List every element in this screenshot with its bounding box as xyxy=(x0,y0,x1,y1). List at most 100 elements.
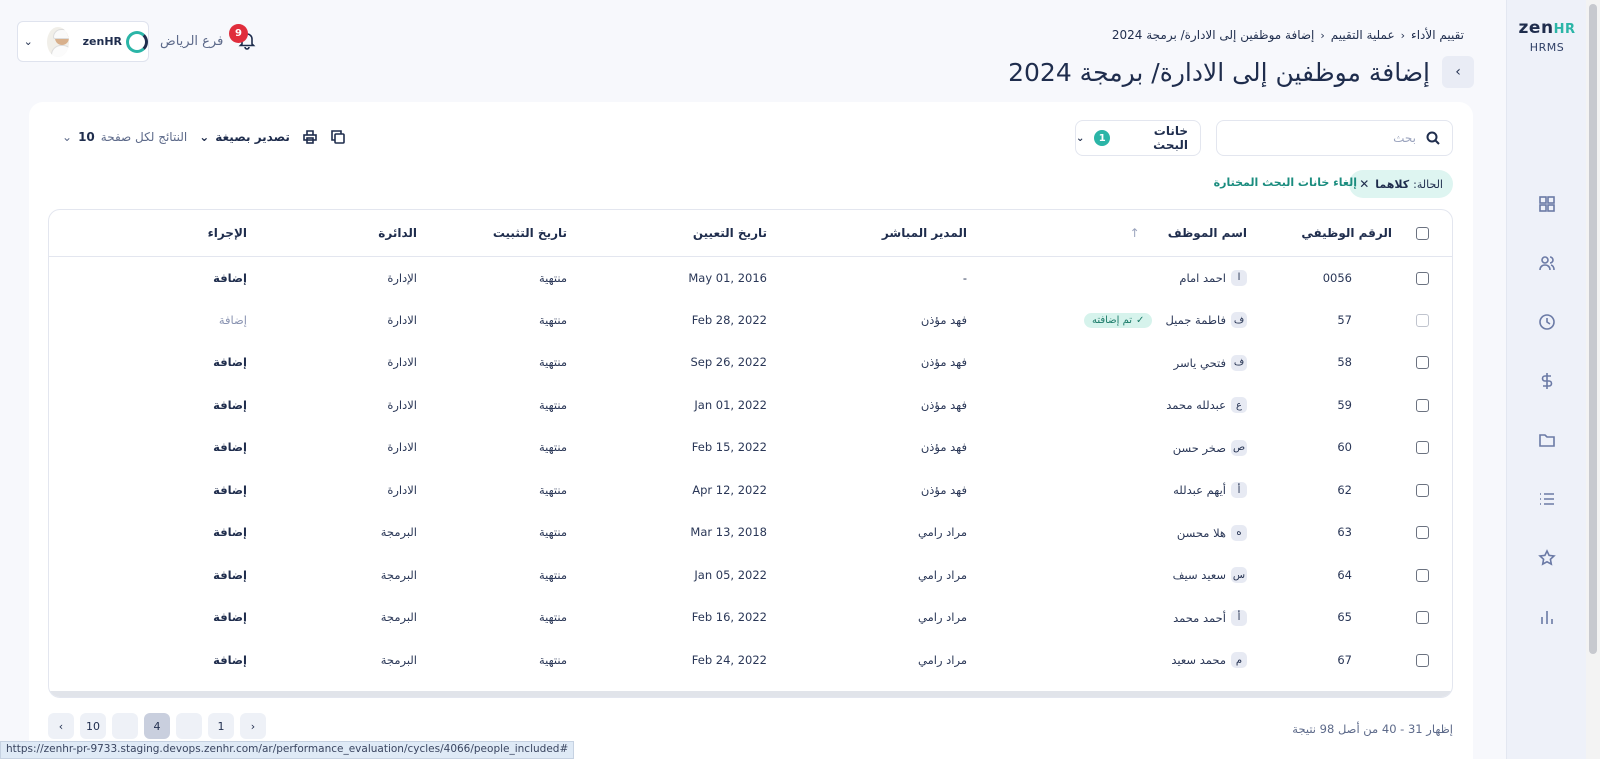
add-employee-button[interactable]: إضافة xyxy=(213,653,247,667)
status-filter-chip[interactable]: الحالة: كلاهما ✕ xyxy=(1349,170,1453,198)
row-checkbox[interactable] xyxy=(1415,313,1429,327)
clock-icon[interactable] xyxy=(1537,312,1557,332)
employee-name[interactable]: أيهم عبدلله xyxy=(1173,483,1226,497)
result-count: إظهار 31 - 40 من أصل 98 نتيجة xyxy=(1292,722,1453,736)
row-checkbox[interactable] xyxy=(1415,653,1429,667)
employee-name[interactable]: صخر حسن xyxy=(1173,441,1226,455)
breadcrumb: تقييم الأداء ‹ عملية التقييم ‹ إضافة موظ… xyxy=(1112,28,1464,42)
row-checkbox[interactable] xyxy=(1415,611,1429,625)
manager: فهد مؤذن xyxy=(920,355,967,370)
confirm-status: منتهية xyxy=(538,610,567,625)
employee-name[interactable]: محمد سعيد xyxy=(1171,653,1226,667)
row-checkbox[interactable] xyxy=(1415,526,1429,540)
back-button[interactable]: › xyxy=(1442,56,1474,88)
list-icon[interactable] xyxy=(1537,489,1557,509)
sidebar: zenHR HRMS xyxy=(1506,0,1586,759)
row-checkbox[interactable] xyxy=(1415,398,1429,412)
select-all-checkbox[interactable] xyxy=(1415,226,1429,240)
pagination-page-active[interactable]: 4 xyxy=(144,713,170,739)
department: الادارة xyxy=(387,440,417,455)
department: الادارة xyxy=(387,355,417,370)
export-label: تصدير بصيغة xyxy=(215,130,290,144)
table-row: 65 أ أحمد محمد مراد رامي Feb 16, 2022 منتهية ا… xyxy=(49,596,1452,639)
chevron-down-icon: ⌄ xyxy=(23,35,33,48)
pagination-next-button[interactable]: ‹ xyxy=(48,713,74,739)
employee-name[interactable]: أحمد محمد xyxy=(1173,611,1226,625)
col-confirm-date[interactable]: تاريخ التثبيت xyxy=(417,210,567,256)
copy-icon[interactable] xyxy=(330,129,346,145)
pagination-page[interactable] xyxy=(176,713,202,739)
filters-count-badge: 1 xyxy=(1094,130,1111,146)
row-checkbox[interactable] xyxy=(1415,568,1429,582)
close-icon[interactable]: ✕ xyxy=(1359,177,1369,191)
brand[interactable]: zenHR HRMS xyxy=(1507,18,1587,54)
employee-initial: أ xyxy=(1231,609,1247,626)
chevron-right-icon: › xyxy=(1455,64,1461,80)
notifications-button[interactable]: 9 xyxy=(229,24,259,52)
per-page-value: 10 xyxy=(78,130,95,144)
col-employee-id[interactable]: الرقم الوظيفي xyxy=(1247,210,1392,256)
add-action-cell: إضافة xyxy=(49,341,247,384)
add-employee-button[interactable]: إضافة xyxy=(213,355,247,369)
add-employee-button[interactable]: إضافة xyxy=(219,313,247,327)
breadcrumb-item[interactable]: تقييم الأداء xyxy=(1411,28,1464,42)
employee-id: 67 xyxy=(1337,652,1352,667)
hire-date: Feb 28, 2022 xyxy=(691,312,767,327)
vertical-scrollbar[interactable] xyxy=(1586,0,1600,759)
add-employee-button[interactable]: إضافة xyxy=(213,525,247,539)
folder-icon[interactable] xyxy=(1537,430,1557,450)
chart-icon[interactable] xyxy=(1537,607,1557,627)
add-employee-button[interactable]: إضافة xyxy=(213,568,247,582)
print-icon[interactable] xyxy=(302,129,318,145)
dollar-icon[interactable] xyxy=(1537,371,1557,391)
horizontal-scrollbar[interactable] xyxy=(49,691,1452,697)
col-employee-name[interactable]: اسم الموظف↑ xyxy=(967,210,1247,256)
user-menu[interactable]: ⌄ zenHR xyxy=(17,21,149,62)
search-box[interactable] xyxy=(1216,120,1453,156)
employee-name[interactable]: عبدلله محمد xyxy=(1166,398,1226,412)
search-input[interactable] xyxy=(1236,131,1416,145)
employee-name[interactable]: هلا محسن xyxy=(1177,526,1226,540)
add-employee-button[interactable]: إضافة xyxy=(213,271,247,285)
pagination-page[interactable]: 1 xyxy=(208,713,234,739)
employee-name[interactable]: احمد امام xyxy=(1179,271,1226,285)
add-employee-button[interactable]: إضافة xyxy=(213,610,247,624)
employee-id: 58 xyxy=(1337,355,1352,370)
department: البرمجة xyxy=(380,652,417,667)
pagination-prev-button[interactable]: › xyxy=(240,713,266,739)
row-checkbox[interactable] xyxy=(1415,483,1429,497)
add-employee-button[interactable]: إضافة xyxy=(213,483,247,497)
confirm-status: منتهية xyxy=(538,525,567,540)
pagination-page[interactable] xyxy=(112,713,138,739)
employee-initial: ا xyxy=(1231,269,1247,286)
per-page-select[interactable]: ⌄ 10 النتائج لكل صفحة xyxy=(62,130,187,144)
users-icon[interactable] xyxy=(1537,253,1557,273)
col-department[interactable]: الدائرة xyxy=(247,210,417,256)
hire-date: Sep 26, 2022 xyxy=(690,355,767,370)
row-checkbox[interactable] xyxy=(1415,271,1429,285)
row-checkbox[interactable] xyxy=(1415,356,1429,370)
dashboard-icon[interactable] xyxy=(1537,194,1557,214)
row-select-cell xyxy=(1392,426,1452,469)
employee-name[interactable]: فتحي ياسر xyxy=(1174,356,1226,370)
search-icon xyxy=(1426,131,1440,145)
col-hire-date[interactable]: تاريخ التعيين xyxy=(567,210,767,256)
manager: مراد رامي xyxy=(918,567,967,582)
search-filters-button[interactable]: خانات البحث 1 ⌄ xyxy=(1075,120,1201,156)
export-button[interactable]: ⌄ تصدير بصيغة xyxy=(199,130,290,144)
add-employee-button[interactable]: إضافة xyxy=(213,398,247,412)
manager: فهد مؤذن xyxy=(920,312,967,327)
add-employee-button[interactable]: إضافة xyxy=(213,440,247,454)
employee-name[interactable]: فاطمة جميل xyxy=(1165,313,1226,327)
star-icon[interactable] xyxy=(1537,548,1557,568)
row-checkbox[interactable] xyxy=(1415,441,1429,455)
clear-filters-link[interactable]: إلغاء خانات البحث المختارة xyxy=(1214,176,1357,189)
pagination-page[interactable]: 10 xyxy=(80,713,106,739)
employee-name[interactable]: سعيد سيف xyxy=(1173,568,1226,582)
sort-arrow-icon[interactable]: ↑ xyxy=(1130,226,1140,240)
scrollbar-thumb[interactable] xyxy=(1589,4,1597,654)
breadcrumb-item[interactable]: عملية التقييم xyxy=(1331,28,1395,42)
col-manager[interactable]: المدير المباشر xyxy=(767,210,967,256)
table-row: 63 ه هلا محسن مراد رامي Mar 13, 2018 منتهية ال… xyxy=(49,511,1452,554)
table-row: 0056 ا احمد امام - May 01, 2016 منتهية الإدارة… xyxy=(49,256,1452,299)
